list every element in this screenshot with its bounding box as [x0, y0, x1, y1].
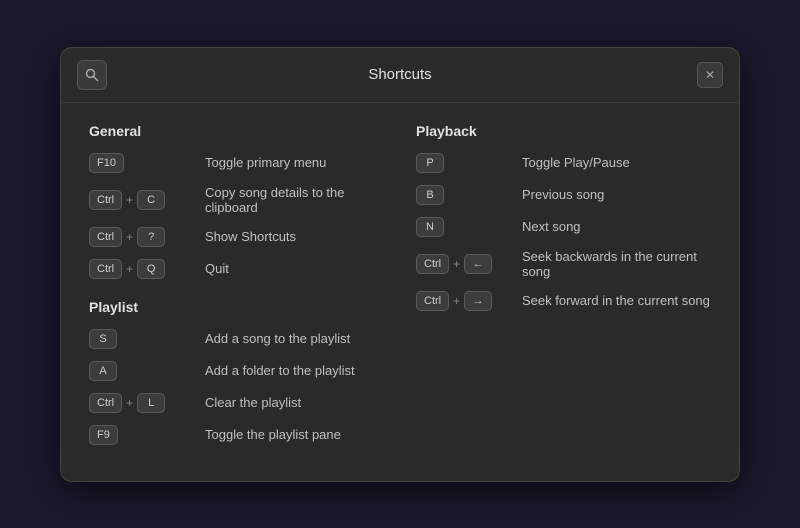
- key-ctrl: Ctrl: [416, 291, 449, 311]
- plus-sign: +: [453, 257, 460, 271]
- key-a: A: [89, 361, 117, 381]
- key-left: ←: [464, 254, 492, 274]
- key-n: N: [416, 217, 444, 237]
- playlist-section: Playlist S Add a song to the playlist A …: [89, 299, 384, 445]
- shortcut-label: Show Shortcuts: [205, 229, 384, 244]
- shortcut-row: F10 Toggle primary menu: [89, 153, 384, 173]
- general-title: General: [89, 123, 384, 139]
- key-l: L: [137, 393, 165, 413]
- shortcut-label: Next song: [522, 219, 711, 234]
- key-f9: F9: [89, 425, 118, 445]
- dialog-title: Shortcuts: [368, 66, 431, 83]
- key-q: Q: [137, 259, 165, 279]
- left-column: General F10 Toggle primary menu Ctrl + C…: [89, 123, 384, 457]
- key-s: S: [89, 329, 117, 349]
- shortcut-row: Ctrl + ? Show Shortcuts: [89, 227, 384, 247]
- playlist-title: Playlist: [89, 299, 384, 315]
- plus-sign: +: [126, 230, 133, 244]
- shortcut-label: Toggle Play/Pause: [522, 155, 711, 170]
- shortcut-keys: F10: [89, 153, 199, 173]
- shortcut-label: Quit: [205, 261, 384, 276]
- shortcut-row: Ctrl + Q Quit: [89, 259, 384, 279]
- shortcut-row: Ctrl + C Copy song details to the clipbo…: [89, 185, 384, 215]
- shortcut-row: F9 Toggle the playlist pane: [89, 425, 384, 445]
- close-button[interactable]: ✕: [697, 62, 723, 88]
- shortcut-keys: Ctrl + L: [89, 393, 199, 413]
- shortcut-keys: A: [89, 361, 199, 381]
- shortcut-row: P Toggle Play/Pause: [416, 153, 711, 173]
- key-right: →: [464, 291, 492, 311]
- search-button[interactable]: [77, 60, 107, 90]
- shortcut-label: Toggle primary menu: [205, 155, 384, 170]
- shortcut-label: Add a song to the playlist: [205, 331, 384, 346]
- shortcuts-dialog: Shortcuts ✕ General F10 Toggle primary m…: [60, 47, 740, 482]
- shortcut-row: B Previous song: [416, 185, 711, 205]
- key-ctrl: Ctrl: [416, 254, 449, 274]
- shortcut-keys: S: [89, 329, 199, 349]
- shortcut-keys: F9: [89, 425, 199, 445]
- key-b: B: [416, 185, 444, 205]
- key-ctrl: Ctrl: [89, 393, 122, 413]
- plus-sign: +: [126, 396, 133, 410]
- general-section: General F10 Toggle primary menu Ctrl + C…: [89, 123, 384, 279]
- dialog-header: Shortcuts ✕: [61, 48, 739, 103]
- shortcut-keys: Ctrl + →: [416, 291, 516, 311]
- key-ctrl: Ctrl: [89, 259, 122, 279]
- plus-sign: +: [453, 294, 460, 308]
- key-c: C: [137, 190, 165, 210]
- shortcut-keys: Ctrl + Q: [89, 259, 199, 279]
- shortcut-keys: Ctrl + ?: [89, 227, 199, 247]
- shortcut-keys: Ctrl + ←: [416, 254, 516, 274]
- shortcut-row: A Add a folder to the playlist: [89, 361, 384, 381]
- shortcut-keys: N: [416, 217, 516, 237]
- shortcut-row: Ctrl + L Clear the playlist: [89, 393, 384, 413]
- shortcut-row: Ctrl + → Seek forward in the current son…: [416, 291, 711, 311]
- shortcut-label: Copy song details to the clipboard: [205, 185, 384, 215]
- key-question: ?: [137, 227, 165, 247]
- key-p: P: [416, 153, 444, 173]
- key-f10: F10: [89, 153, 124, 173]
- shortcut-keys: Ctrl + C: [89, 190, 199, 210]
- plus-sign: +: [126, 262, 133, 276]
- shortcut-label: Previous song: [522, 187, 711, 202]
- shortcut-label: Toggle the playlist pane: [205, 427, 384, 442]
- shortcut-label: Seek backwards in the current song: [522, 249, 711, 279]
- shortcut-row: S Add a song to the playlist: [89, 329, 384, 349]
- dialog-content: General F10 Toggle primary menu Ctrl + C…: [61, 103, 739, 481]
- key-ctrl: Ctrl: [89, 227, 122, 247]
- shortcut-keys: P: [416, 153, 516, 173]
- shortcut-row: Ctrl + ← Seek backwards in the current s…: [416, 249, 711, 279]
- playback-section: Playback P Toggle Play/Pause B Previous …: [416, 123, 711, 311]
- shortcut-label: Clear the playlist: [205, 395, 384, 410]
- shortcut-label: Seek forward in the current song: [522, 293, 711, 308]
- right-column: Playback P Toggle Play/Pause B Previous …: [416, 123, 711, 457]
- shortcut-keys: B: [416, 185, 516, 205]
- plus-sign: +: [126, 193, 133, 207]
- shortcut-row: N Next song: [416, 217, 711, 237]
- key-ctrl: Ctrl: [89, 190, 122, 210]
- search-icon: [85, 68, 99, 82]
- playback-title: Playback: [416, 123, 711, 139]
- shortcut-label: Add a folder to the playlist: [205, 363, 384, 378]
